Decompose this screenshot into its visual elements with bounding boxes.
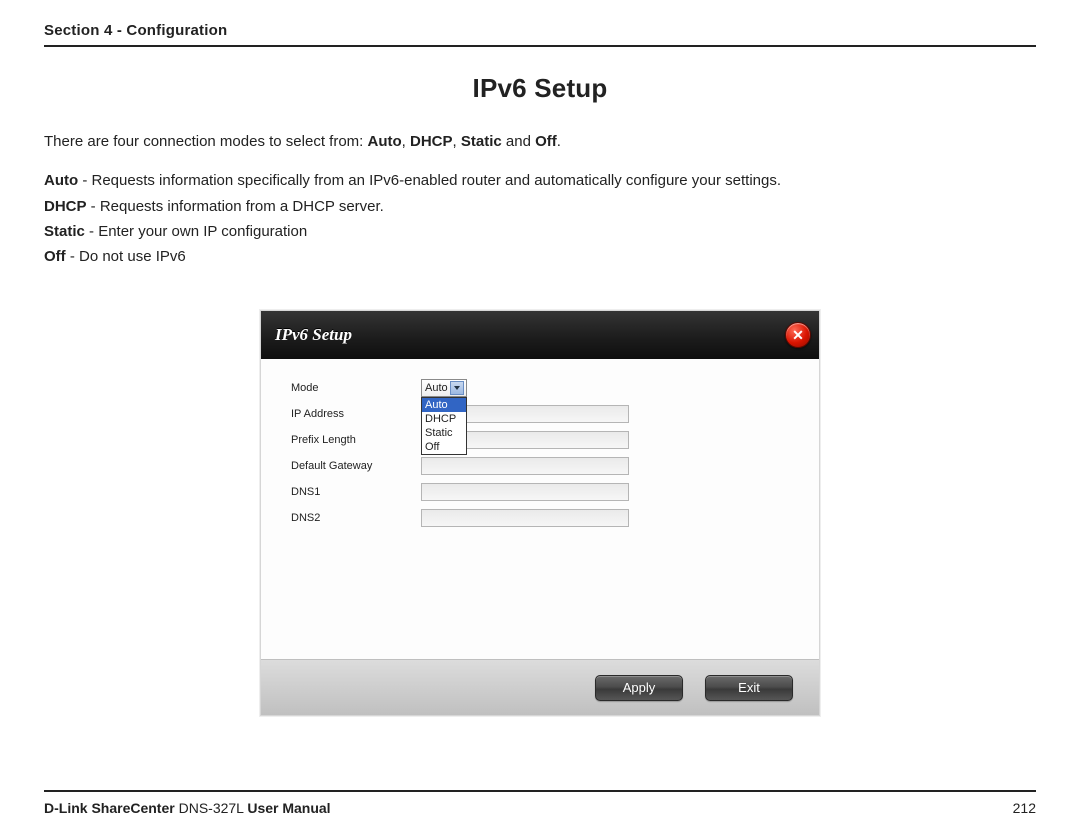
- row-dns2: DNS2: [291, 505, 803, 531]
- footer-brand: D-Link ShareCenter: [44, 800, 175, 816]
- text: and: [502, 133, 535, 150]
- dialog-titlebar: IPv6 Setup ✕: [261, 311, 819, 359]
- label-dns1: DNS1: [291, 486, 421, 498]
- mode-auto-name: Auto: [368, 133, 402, 150]
- mode-static-name: Static: [461, 133, 502, 150]
- row-mode: Mode Auto Auto DHCP Static Off: [291, 375, 803, 401]
- row-prefix: Prefix Length: [291, 427, 803, 453]
- mode-option-static[interactable]: Static: [422, 426, 466, 440]
- label: Static: [44, 223, 85, 240]
- section-header: Section 4 - Configuration: [44, 22, 1036, 47]
- text: .: [557, 133, 561, 150]
- page-title: IPv6 Setup: [44, 73, 1036, 104]
- mode-static-desc: Static - Enter your own IP configuration: [44, 220, 1024, 243]
- mode-off-name: Off: [535, 133, 557, 150]
- dns1-field[interactable]: [421, 483, 629, 501]
- text: ,: [402, 133, 410, 150]
- label: Auto: [44, 172, 78, 189]
- dns2-field[interactable]: [421, 509, 629, 527]
- row-gateway: Default Gateway: [291, 453, 803, 479]
- close-icon: ✕: [792, 327, 804, 344]
- label: DHCP: [44, 198, 87, 215]
- row-dns1: DNS1: [291, 479, 803, 505]
- manual-page: Section 4 - Configuration IPv6 Setup The…: [0, 0, 1080, 834]
- dialog-footer: Apply Exit: [261, 659, 819, 715]
- mode-dhcp-name: DHCP: [410, 133, 453, 150]
- label-dns2: DNS2: [291, 512, 421, 524]
- mode-option-off[interactable]: Off: [422, 440, 466, 454]
- mode-option-auto[interactable]: Auto: [422, 398, 466, 412]
- mode-descriptions: Auto - Requests information specifically…: [44, 169, 1024, 268]
- mode-off-desc: Off - Do not use IPv6: [44, 245, 1024, 268]
- chevron-down-icon: [450, 381, 464, 395]
- intro-lead: There are four connection modes to selec…: [44, 130, 1024, 153]
- text: - Enter your own IP configuration: [85, 223, 307, 240]
- mode-select-value: Auto: [425, 382, 448, 394]
- page-footer: D-Link ShareCenter DNS-327L User Manual …: [44, 790, 1036, 816]
- footer-manual: User Manual: [247, 800, 330, 816]
- dialog-title: IPv6 Setup: [275, 325, 352, 345]
- row-ip: IP Address: [291, 401, 803, 427]
- footer-line: D-Link ShareCenter DNS-327L User Manual …: [44, 800, 1036, 816]
- footer-rule: [44, 790, 1036, 792]
- ipv6-setup-dialog: IPv6 Setup ✕ Mode Auto Auto DHCP: [260, 310, 820, 716]
- close-button[interactable]: ✕: [785, 322, 811, 348]
- intro-text: There are four connection modes to selec…: [44, 130, 1024, 268]
- mode-auto-desc: Auto - Requests information specifically…: [44, 169, 1024, 192]
- label-prefix: Prefix Length: [291, 434, 421, 446]
- label: Off: [44, 248, 66, 265]
- exit-button[interactable]: Exit: [705, 675, 793, 701]
- page-number: 212: [1013, 800, 1036, 816]
- mode-dhcp-desc: DHCP - Requests information from a DHCP …: [44, 195, 1024, 218]
- text: ,: [453, 133, 461, 150]
- mode-select-wrap: Auto Auto DHCP Static Off: [421, 379, 467, 397]
- text: - Requests information from a DHCP serve…: [87, 198, 384, 215]
- apply-button[interactable]: Apply: [595, 675, 683, 701]
- label-ip: IP Address: [291, 408, 421, 420]
- label-gateway: Default Gateway: [291, 460, 421, 472]
- text: - Do not use IPv6: [66, 248, 186, 265]
- text: There are four connection modes to selec…: [44, 133, 368, 150]
- footer-model: DNS-327L: [175, 800, 248, 816]
- mode-dropdown: Auto DHCP Static Off: [421, 397, 467, 455]
- mode-option-dhcp[interactable]: DHCP: [422, 412, 466, 426]
- dialog-body: Mode Auto Auto DHCP Static Off: [261, 359, 819, 659]
- text: - Requests information specifically from…: [78, 172, 781, 189]
- default-gateway-field[interactable]: [421, 457, 629, 475]
- label-mode: Mode: [291, 382, 421, 394]
- mode-select[interactable]: Auto: [421, 379, 467, 397]
- footer-left: D-Link ShareCenter DNS-327L User Manual: [44, 800, 331, 816]
